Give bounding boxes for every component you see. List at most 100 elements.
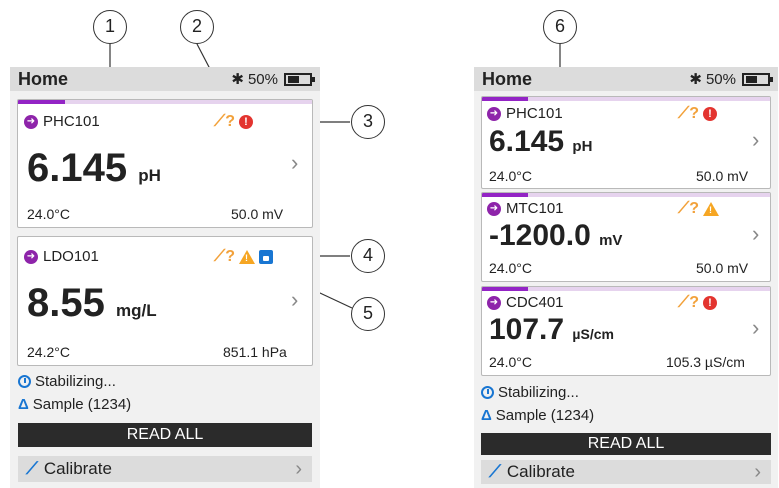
chevron-right-icon[interactable]: › <box>752 315 759 341</box>
secondary-reading: 851.1 hPa <box>223 344 287 360</box>
reading-value: 6.145 <box>489 125 565 158</box>
bluetooth-icon: ✱ <box>231 71 244 88</box>
reading: 6.145 pH <box>489 125 592 159</box>
reading-unit: mV <box>599 232 623 249</box>
secondary-reading: 50.0 mV <box>696 168 749 184</box>
warning-icon: ! <box>702 202 719 216</box>
probe-icon: ➜ <box>24 249 38 264</box>
reading-value: 6.145 <box>27 146 128 190</box>
secondary-reading: 50.0 mV <box>231 206 284 222</box>
calibration-due-icon: ⟋? <box>678 200 699 217</box>
probe-card[interactable]: ➜ CDC401 ⟋? ! 107.7 µS/cm › 24.0°C 105.3… <box>481 286 771 376</box>
chevron-right-icon[interactable]: › <box>291 150 298 176</box>
battery-percent: 50% <box>247 70 278 88</box>
warning-icon: ! <box>238 250 255 264</box>
chevron-right-icon[interactable]: › <box>752 127 759 153</box>
probe-icon: ➜ <box>487 295 501 310</box>
chevron-right-icon[interactable]: › <box>752 221 759 247</box>
calibration-due-icon: ⟋? <box>214 113 235 130</box>
card-status-icons: ⟋? ! <box>214 248 273 266</box>
error-icon: ! <box>702 107 717 121</box>
reading: 107.7 µS/cm <box>489 313 614 347</box>
status-line: Stabilizing... <box>481 384 579 401</box>
flask-icon: Δ <box>18 396 29 413</box>
probe-icon: ➜ <box>24 114 38 129</box>
probe-label: ➜ CDC401 <box>487 294 564 311</box>
calibrate-row[interactable]: ⟋ Calibrate › <box>18 456 312 482</box>
probe-card[interactable]: ➜ PHC101 ⟋? ! 6.145 pH › 24.0°C 50.0 mV <box>17 99 313 228</box>
save-icon <box>258 250 273 264</box>
calibration-due-icon: ⟋? <box>678 105 699 122</box>
chevron-right-icon[interactable]: › <box>291 287 298 313</box>
read-all-button[interactable]: READ ALL <box>481 433 771 455</box>
callout-2: 2 <box>180 10 214 44</box>
status-bar: Home ✱ 50% <box>474 67 778 91</box>
battery-percent: 50% <box>705 70 736 88</box>
temperature: 24.2°C <box>27 344 70 360</box>
probe-card[interactable]: ➜ LDO101 ⟋? ! 8.55 mg/L › 24.2°C 851.1 h… <box>17 236 313 366</box>
chevron-right-icon: › <box>295 457 302 480</box>
temperature: 24.0°C <box>489 168 532 184</box>
probe-name: MTC101 <box>506 200 564 217</box>
sample-line[interactable]: Δ Sample (1234) <box>481 407 594 424</box>
calibrate-icon: ⟋ <box>489 462 501 481</box>
status-area: ✱ 50% <box>231 70 315 88</box>
reading-value: 107.7 <box>489 313 565 346</box>
calibrate-label: Calibrate <box>506 462 575 481</box>
reading-unit: pH <box>138 166 161 185</box>
callout-6: 6 <box>543 10 577 44</box>
reading-unit: pH <box>572 138 593 155</box>
secondary-reading: 50.0 mV <box>696 260 749 276</box>
probe-name: LDO101 <box>43 248 99 265</box>
probe-label: ➜ LDO101 <box>24 248 99 265</box>
reading: 8.55 mg/L <box>27 281 157 326</box>
calibrate-icon: ⟋ <box>26 459 38 478</box>
reading-unit: µS/cm <box>572 326 614 342</box>
secondary-reading: 105.3 µS/cm <box>666 354 745 370</box>
screen-title: Home <box>482 68 533 89</box>
probe-label: ➜ PHC101 <box>487 105 563 122</box>
sample-line[interactable]: Δ Sample (1234) <box>18 396 131 413</box>
reading-value: -1200.0 <box>489 219 591 252</box>
read-all-button[interactable]: READ ALL <box>18 423 312 447</box>
temperature: 24.0°C <box>27 206 70 222</box>
sample-text: Sample (1234) <box>495 407 595 424</box>
callout-4: 4 <box>351 239 385 273</box>
reading: 6.145 pH <box>27 146 161 191</box>
left-screen: Home ✱ 50% ➜ PHC101 ⟋? ! 6.145 pH › 24.0… <box>10 67 320 488</box>
chevron-right-icon: › <box>754 460 761 483</box>
error-icon: ! <box>238 115 253 129</box>
stabilizing-progress <box>482 97 770 101</box>
callout-3: 3 <box>351 105 385 139</box>
callout-5: 5 <box>351 297 385 331</box>
probe-icon: ➜ <box>487 106 501 121</box>
flask-icon: Δ <box>481 407 492 424</box>
temperature: 24.0°C <box>489 260 532 276</box>
probe-label: ➜ MTC101 <box>487 200 564 217</box>
card-status-icons: ⟋? ! <box>214 113 253 131</box>
temperature: 24.0°C <box>489 354 532 370</box>
reading-unit: mg/L <box>115 301 157 320</box>
card-status-icons: ⟋? ! <box>678 294 717 312</box>
probe-card[interactable]: ➜ PHC101 ⟋? ! 6.145 pH › 24.0°C 50.0 mV <box>481 96 771 189</box>
calibration-due-icon: ⟋? <box>678 294 699 311</box>
card-status-icons: ⟋? ! <box>678 105 717 123</box>
clock-icon <box>18 375 31 388</box>
screen-title: Home <box>18 68 69 89</box>
calibration-due-icon: ⟋? <box>214 248 235 265</box>
calibrate-label: Calibrate <box>43 459 112 478</box>
sample-text: Sample (1234) <box>32 396 132 413</box>
right-screen: Home ✱ 50% ➜ PHC101 ⟋? ! 6.145 pH › 24.0… <box>474 67 778 488</box>
clock-icon <box>481 386 494 399</box>
reading: -1200.0 mV <box>489 219 622 253</box>
probe-icon: ➜ <box>487 201 501 216</box>
reading-value: 8.55 <box>27 281 105 325</box>
bluetooth-icon: ✱ <box>689 71 702 88</box>
status-bar: Home ✱ 50% <box>10 67 320 91</box>
probe-card[interactable]: ➜ MTC101 ⟋? ! -1200.0 mV › 24.0°C 50.0 m… <box>481 192 771 282</box>
battery-icon <box>742 72 773 86</box>
stabilizing-progress <box>18 100 312 104</box>
calibrate-row[interactable]: ⟋ Calibrate › <box>481 460 771 484</box>
probe-label: ➜ PHC101 <box>24 113 100 130</box>
stabilizing-progress <box>482 287 770 291</box>
